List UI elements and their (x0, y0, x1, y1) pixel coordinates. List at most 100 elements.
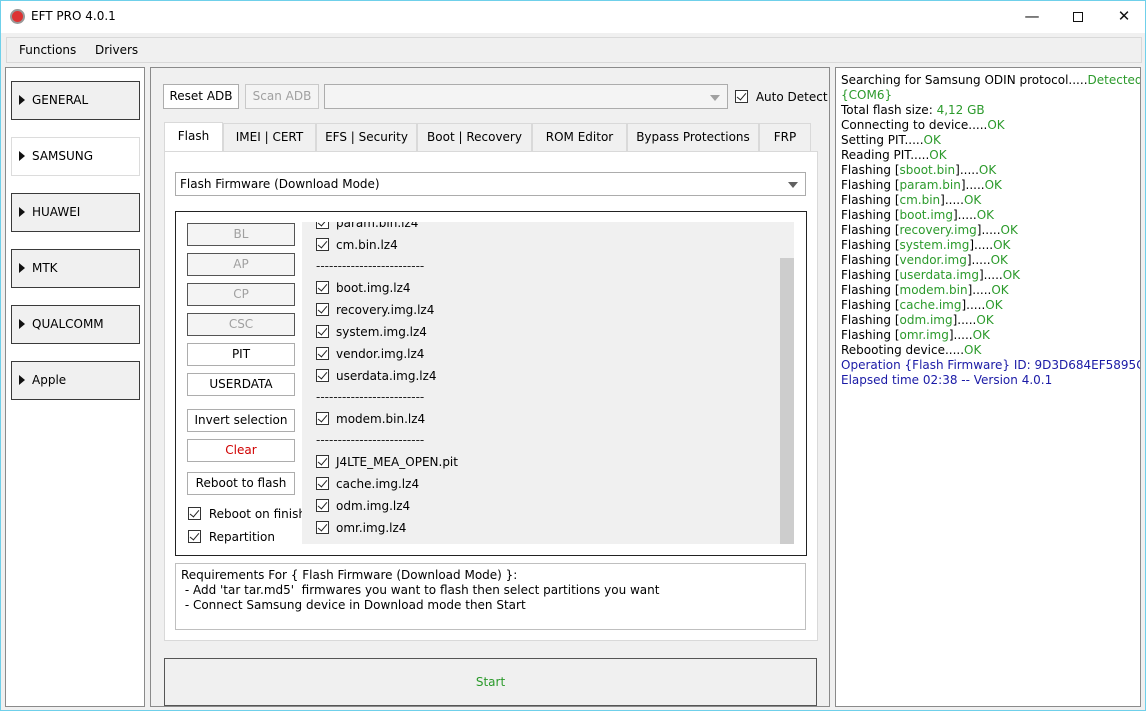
maximize-button[interactable] (1055, 1, 1101, 32)
checkbox-checked-icon (316, 455, 329, 468)
menu-bar: Functions Drivers (6, 37, 1142, 63)
tab-efs-security[interactable]: EFS | Security (316, 123, 417, 151)
partition-item-system[interactable]: system.img.lz4 (316, 325, 427, 339)
checkbox-checked-icon (316, 477, 329, 490)
auto-detect-checkbox[interactable]: Auto Detect (735, 90, 828, 104)
partition-label: userdata.img.lz4 (336, 369, 437, 383)
log-line-flashing: Flashing [cm.bin].....OK (841, 193, 982, 207)
partition-list: param.bin.lz4 cm.bin.lz4 ---------------… (302, 222, 794, 544)
repartition-checkbox[interactable]: Repartition (188, 530, 275, 544)
minimize-button[interactable]: — (1009, 1, 1055, 32)
partition-item-param[interactable]: param.bin.lz4 (316, 222, 418, 230)
reset-adb-button[interactable]: Reset ADB (163, 84, 239, 109)
log-line-flashing: Flashing [sboot.bin].....OK (841, 163, 997, 177)
sidebar-item-huawei[interactable]: HUAWEI (11, 193, 140, 232)
log-line: Reading PIT.....OK (841, 148, 947, 162)
expand-arrow-icon (19, 151, 25, 161)
log-line-flashing: Flashing [odm.img].....OK (841, 313, 994, 327)
requirements-title: Requirements For { Flash Firmware (Downl… (181, 568, 518, 582)
sidebar-item-label: QUALCOMM (32, 317, 104, 331)
cp-button[interactable]: CP (187, 283, 295, 306)
flash-mode-value: Flash Firmware (Download Mode) (180, 177, 380, 191)
checkbox-checked-icon (316, 499, 329, 512)
sidebar-item-qualcomm[interactable]: QUALCOMM (11, 305, 140, 344)
clear-button[interactable]: Clear (187, 439, 295, 462)
log-line-flashing: Flashing [modem.bin].....OK (841, 283, 1009, 297)
log-line-flashing: Flashing [omr.img].....OK (841, 328, 990, 342)
sidebar-item-label: GENERAL (32, 93, 89, 107)
partition-label: odm.img.lz4 (336, 499, 411, 513)
tab-frp[interactable]: FRP (759, 123, 811, 151)
log-line: Searching for Samsung ODIN protocol.....… (841, 73, 1141, 87)
partition-label: cache.img.lz4 (336, 477, 420, 491)
userdata-button[interactable]: USERDATA (187, 373, 295, 396)
partition-item-vendor[interactable]: vendor.img.lz4 (316, 347, 424, 361)
partition-item-cache[interactable]: cache.img.lz4 (316, 477, 419, 491)
sidebar-item-label: Apple (32, 373, 67, 387)
window-title: EFT PRO 4.0.1 (31, 9, 116, 23)
partition-item-recovery[interactable]: recovery.img.lz4 (316, 303, 434, 317)
checkbox-checked-icon (316, 325, 329, 338)
tab-bypass-protections[interactable]: Bypass Protections (627, 123, 759, 151)
requirements-line: - Add 'tar tar.md5' firmwares you want t… (181, 583, 660, 597)
sidebar-item-general[interactable]: GENERAL (11, 81, 140, 120)
tab-imei-cert[interactable]: IMEI | CERT (223, 123, 316, 151)
partition-item-omr[interactable]: omr.img.lz4 (316, 521, 406, 535)
log-line: Total flash size: 4,12 GB (841, 103, 985, 117)
sidebar-item-apple[interactable]: Apple (11, 361, 140, 400)
log-line-flashing: Flashing [system.img].....OK (841, 238, 1011, 252)
log-line-flashing: Flashing [boot.img].....OK (841, 208, 995, 222)
close-button[interactable]: ✕ (1101, 1, 1146, 32)
flash-log-lines: Flashing [sboot.bin].....OK Flashing [par… (841, 163, 1140, 343)
partition-scrollbar[interactable] (780, 222, 794, 544)
csc-button[interactable]: CSC (187, 313, 295, 336)
scrollbar-thumb[interactable] (780, 258, 794, 544)
tab-flash[interactable]: Flash (164, 122, 223, 152)
reboot-on-finish-checkbox[interactable]: Reboot on finish (188, 507, 306, 521)
sidebar-item-label: SAMSUNG (32, 149, 94, 163)
reboot-to-flash-button[interactable]: Reboot to flash (187, 472, 295, 495)
log-line: {COM6} (841, 88, 893, 102)
partition-item-boot[interactable]: boot.img.lz4 (316, 281, 411, 295)
partition-label: modem.bin.lz4 (336, 412, 426, 426)
sidebar-item-mtk[interactable]: MTK (11, 249, 140, 288)
partition-item-cm[interactable]: cm.bin.lz4 (316, 238, 398, 252)
repartition-label: Repartition (208, 530, 275, 544)
sidebar-item-samsung[interactable]: SAMSUNG (11, 137, 140, 176)
chevron-down-icon (788, 182, 798, 188)
log-operation-id: Operation {Flash Firmware} ID: 9D3D684EF… (841, 358, 1141, 372)
flash-mode-select[interactable]: Flash Firmware (Download Mode) (175, 172, 806, 196)
checkbox-checked-icon (316, 281, 329, 294)
invert-selection-button[interactable]: Invert selection (187, 409, 295, 432)
bl-button[interactable]: BL (187, 223, 295, 246)
ap-button[interactable]: AP (187, 253, 295, 276)
requirements-box: Requirements For { Flash Firmware (Downl… (175, 563, 806, 630)
checkbox-checked-icon (316, 369, 329, 382)
menu-functions[interactable]: Functions (19, 43, 76, 57)
tab-boot-recovery[interactable]: Boot | Recovery (417, 123, 532, 151)
partition-item-userdata[interactable]: userdata.img.lz4 (316, 369, 437, 383)
device-select[interactable] (324, 84, 728, 109)
chevron-down-icon (710, 94, 720, 101)
partition-item-modem[interactable]: modem.bin.lz4 (316, 412, 425, 426)
checkbox-checked-icon (188, 507, 201, 520)
start-button[interactable]: Start (164, 658, 817, 706)
log-panel: Searching for Samsung ODIN protocol.....… (835, 67, 1141, 707)
partition-label: system.img.lz4 (336, 325, 427, 339)
partition-label: boot.img.lz4 (336, 281, 411, 295)
scan-adb-button[interactable]: Scan ADB (245, 84, 319, 109)
menu-drivers[interactable]: Drivers (95, 43, 138, 57)
expand-arrow-icon (19, 207, 25, 217)
partition-item-odm[interactable]: odm.img.lz4 (316, 499, 410, 513)
auto-detect-label: Auto Detect (755, 90, 828, 104)
partition-item-pit[interactable]: J4LTE_MEA_OPEN.pit (316, 455, 458, 469)
checkbox-checked-icon (316, 238, 329, 251)
log-line-flashing: Flashing [recovery.img].....OK (841, 223, 1018, 237)
partition-label: omr.img.lz4 (336, 521, 407, 535)
tab-rom-editor[interactable]: ROM Editor (532, 123, 627, 151)
checkbox-checked-icon (316, 412, 329, 425)
pit-button[interactable]: PIT (187, 343, 295, 366)
expand-arrow-icon (19, 95, 25, 105)
log-elapsed-time: Elapsed time 02:38 -- Version 4.0.1 (841, 373, 1053, 387)
log-line-flashing: Flashing [userdata.img].....OK (841, 268, 1021, 282)
